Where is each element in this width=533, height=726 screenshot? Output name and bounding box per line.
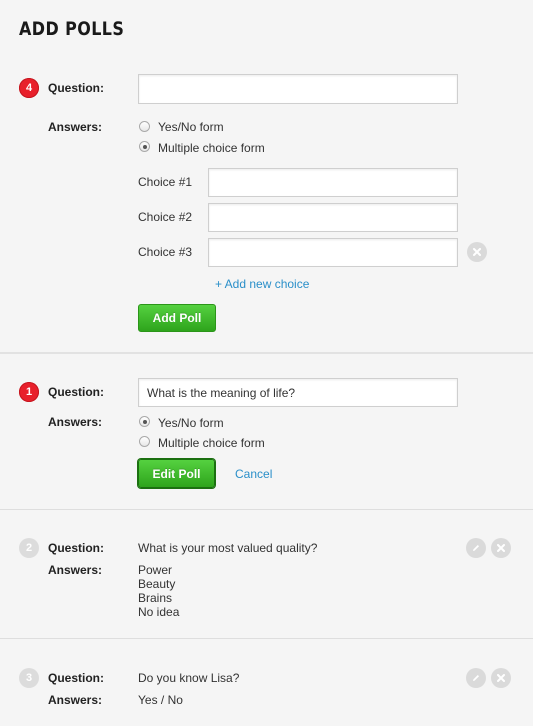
poll-answer: Yes / No xyxy=(138,693,183,707)
radio-yes-no-label: Yes/No form xyxy=(158,120,224,134)
add-new-choice-link[interactable]: + Add new choice xyxy=(215,277,309,291)
edit-poll-button[interactable]: Edit Poll xyxy=(138,459,215,488)
choice-label: Choice #2 xyxy=(138,210,193,224)
poll-answer: No idea xyxy=(138,605,180,619)
radio-yes-no-label: Yes/No form xyxy=(158,416,224,430)
answers-label: Answers: xyxy=(48,120,103,134)
poll-answer: Beauty xyxy=(138,577,176,591)
poll-answer: Power xyxy=(138,563,173,577)
poll-question-text: What is your most valued quality? xyxy=(138,541,318,555)
answers-label: Answers: xyxy=(48,563,103,577)
choice-input-3[interactable] xyxy=(208,238,458,267)
choice-input-2[interactable] xyxy=(208,203,458,232)
edit-poll-icon-button[interactable] xyxy=(466,668,486,688)
new-question-input[interactable] xyxy=(138,74,458,104)
section-divider xyxy=(0,352,533,354)
remove-choice-button[interactable] xyxy=(467,242,487,262)
section-divider xyxy=(0,638,533,639)
delete-poll-icon-button[interactable] xyxy=(491,538,511,558)
question-label: Question: xyxy=(48,385,104,399)
question-label: Question: xyxy=(48,541,104,555)
radio-multiple-choice[interactable] xyxy=(139,141,150,152)
question-label: Question: xyxy=(48,671,104,685)
close-icon xyxy=(473,248,481,256)
close-icon xyxy=(497,544,505,552)
add-poll-button[interactable]: Add Poll xyxy=(138,304,216,332)
question-label: Question: xyxy=(48,81,104,95)
edit-poll-icon-button[interactable] xyxy=(466,538,486,558)
radio-multiple-choice-label: Multiple choice form xyxy=(158,141,265,155)
poll-question-text: Do you know Lisa? xyxy=(138,671,240,685)
close-icon xyxy=(497,674,505,682)
edit-question-input[interactable] xyxy=(138,378,458,407)
pencil-icon xyxy=(473,545,479,551)
answers-label: Answers: xyxy=(48,415,103,429)
radio-multiple-choice[interactable] xyxy=(139,436,150,447)
radio-yes-no[interactable] xyxy=(139,121,150,132)
radio-multiple-choice-label: Multiple choice form xyxy=(158,436,265,450)
cancel-link[interactable]: Cancel xyxy=(235,467,272,481)
poll-answer: Brains xyxy=(138,591,173,605)
choice-label: Choice #1 xyxy=(138,175,193,189)
choice-label: Choice #3 xyxy=(138,245,193,259)
radio-yes-no[interactable] xyxy=(139,416,150,427)
answers-label: Answers: xyxy=(48,693,103,707)
delete-poll-icon-button[interactable] xyxy=(491,668,511,688)
page-title: ADD POLLS xyxy=(19,18,125,40)
poll-number-badge: 4 xyxy=(19,78,39,98)
pencil-icon xyxy=(473,675,479,681)
poll-number-badge: 3 xyxy=(19,668,39,688)
poll-number-badge: 1 xyxy=(19,382,39,402)
section-divider xyxy=(0,509,533,510)
poll-number-badge: 2 xyxy=(19,538,39,558)
choice-input-1[interactable] xyxy=(208,168,458,197)
